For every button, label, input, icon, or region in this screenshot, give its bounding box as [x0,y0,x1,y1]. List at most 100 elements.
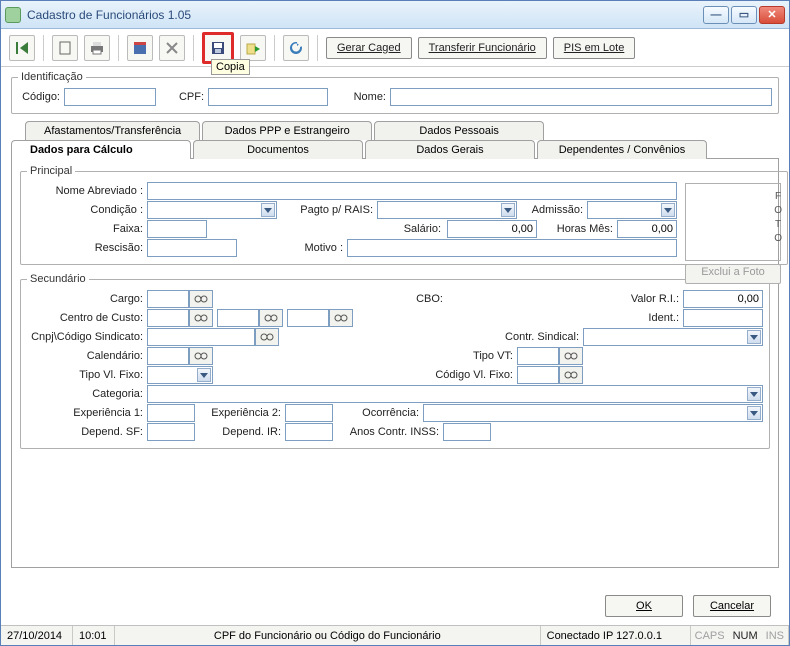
grid-button[interactable] [127,35,153,61]
pis-em-lote-button[interactable]: PIS em Lote [553,37,636,59]
toolbar: Gerar Caged Transferir Funcionário PIS e… [1,29,789,67]
sindicato-lookup-icon[interactable] [255,328,279,346]
tab-dependentes[interactable]: Dependentes / Convênios [537,140,707,159]
status-time: 10:01 [73,626,115,645]
tipo-vt-label: Tipo VT: [447,350,517,362]
refresh-button[interactable] [283,35,309,61]
codigo-vl-fixo-lookup-icon[interactable] [559,366,583,384]
nome-abreviado-input[interactable] [147,182,677,200]
depend-ir-input[interactable] [285,423,333,441]
secundario-group: Secundário Cargo: CBO: Valor R.I.: Centr… [20,273,770,449]
experiencia1-input[interactable] [147,404,195,422]
principal-legend: Principal [27,165,75,177]
print-button[interactable] [84,35,110,61]
cargo-lookup-icon[interactable] [189,290,213,308]
tab-afastamentos[interactable]: Afastamentos/Transferência [25,121,200,140]
photo-box: FOTO [685,183,781,261]
first-record-button[interactable] [9,35,35,61]
salario-input[interactable] [447,220,537,238]
tab-body: Principal Nome Abreviado : Condição : Pa… [11,158,779,568]
depend-ir-label: Depend. IR: [195,426,285,438]
cc1-input[interactable] [147,309,189,327]
contr-sindical-select[interactable] [583,328,763,346]
horas-mes-input[interactable] [617,220,677,238]
depend-sf-label: Depend. SF: [27,426,147,438]
cancel-button[interactable]: Cancelar [693,595,771,617]
categoria-select[interactable] [147,385,763,403]
new-button[interactable] [52,35,78,61]
save-tooltip: Copia [211,59,250,75]
condicao-select[interactable] [147,201,277,219]
condicao-label: Condição : [27,204,147,216]
faixa-input[interactable] [147,220,207,238]
admissao-date[interactable] [587,201,677,219]
calendario-label: Calendário: [27,350,147,362]
codigo-vl-fixo-label: Código Vl. Fixo: [417,369,517,381]
cpf-input[interactable] [208,88,328,106]
codigo-input[interactable] [64,88,156,106]
cargo-input[interactable] [147,290,189,308]
rescisao-input[interactable] [147,239,237,257]
experiencia2-input[interactable] [285,404,333,422]
admissao-label: Admissão: [517,204,587,216]
gerar-caged-button[interactable]: Gerar Caged [326,37,412,59]
experiencia1-label: Experiência 1: [27,407,147,419]
delete-button[interactable] [159,35,185,61]
nome-abreviado-label: Nome Abreviado : [27,185,147,197]
horas-mes-label: Horas Mês: [537,223,617,235]
tab-ppp-estrangeiro[interactable]: Dados PPP e Estrangeiro [202,121,372,140]
tipo-vl-fixo-label: Tipo Vl. Fixo: [27,369,147,381]
identificacao-legend: Identificação [18,71,86,83]
minimize-button[interactable]: — [703,6,729,24]
window-title: Cadastro de Funcionários 1.05 [27,8,703,22]
cnpj-sindicato-input[interactable] [147,328,255,346]
cbo-label: CBO: [213,293,613,305]
ok-button[interactable]: OK [605,595,683,617]
exclui-foto-button[interactable]: Exclui a Foto [685,264,781,284]
tab-dados-pessoais[interactable]: Dados Pessoais [374,121,544,140]
tab-dados-gerais[interactable]: Dados Gerais [365,140,535,159]
tab-dados-calculo[interactable]: Dados para Cálculo [11,140,191,159]
status-connection: Conectado IP 127.0.0.1 [541,626,691,645]
app-icon [5,7,21,23]
ocorrencia-select[interactable] [423,404,763,422]
cc3-lookup-icon[interactable] [329,309,353,327]
cc2-lookup-icon[interactable] [259,309,283,327]
tab-documentos[interactable]: Documentos [193,140,363,159]
title-bar: Cadastro de Funcionários 1.05 — ▭ ✕ [1,1,789,29]
transferir-funcionario-button[interactable]: Transferir Funcionário [418,37,547,59]
motivo-label: Motivo : [237,242,347,254]
anos-inss-input[interactable] [443,423,491,441]
experiencia2-label: Experiência 2: [195,407,285,419]
cc2-input[interactable] [217,309,259,327]
ident-input[interactable] [683,309,763,327]
tipo-vt-input[interactable] [517,347,559,365]
valor-ri-input[interactable] [683,290,763,308]
anos-inss-label: Anos Contr. INSS: [333,426,443,438]
calendario-lookup-icon[interactable] [189,347,213,365]
num-indicator: NUM [729,630,762,642]
tipo-vl-fixo-select[interactable] [147,366,213,384]
ins-indicator: INS [762,630,788,642]
nome-label: Nome: [340,91,390,103]
calendario-input[interactable] [147,347,189,365]
secundario-legend: Secundário [27,273,89,285]
categoria-label: Categoria: [27,388,147,400]
cc3-input[interactable] [287,309,329,327]
ocorrencia-label: Ocorrência: [333,407,423,419]
salario-label: Salário: [207,223,447,235]
status-date: 27/10/2014 [1,626,73,645]
close-button[interactable]: ✕ [759,6,785,24]
export-button[interactable] [240,35,266,61]
principal-group: Principal Nome Abreviado : Condição : Pa… [20,165,788,265]
depend-sf-input[interactable] [147,423,195,441]
tipo-vt-lookup-icon[interactable] [559,347,583,365]
pagto-rais-select[interactable] [377,201,517,219]
ident-label: Ident.: [633,312,683,324]
codigo-vl-fixo-input[interactable] [517,366,559,384]
maximize-button[interactable]: ▭ [731,6,757,24]
status-hint: CPF do Funcionário ou Código do Funcioná… [115,626,541,645]
motivo-input[interactable] [347,239,677,257]
nome-input[interactable] [390,88,772,106]
cc1-lookup-icon[interactable] [189,309,213,327]
